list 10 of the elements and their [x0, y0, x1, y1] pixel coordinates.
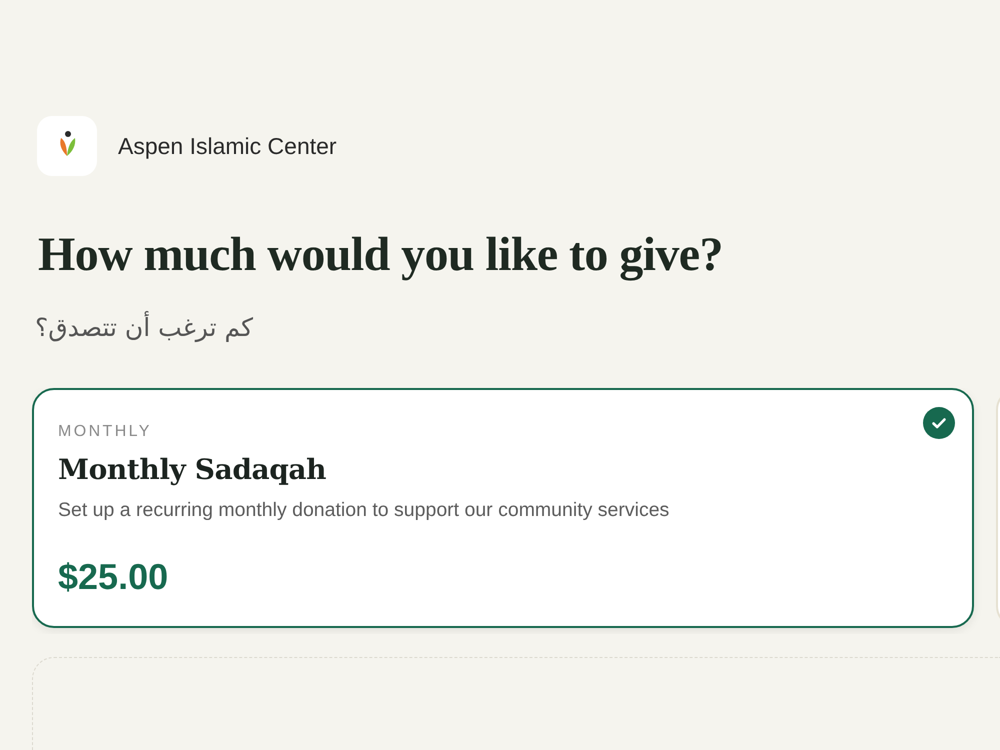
page-heading: How much would you like to give?: [38, 227, 723, 283]
donation-amount: $25.00: [58, 557, 168, 597]
donation-option-card[interactable]: MONTHLY Monthly Sadaqah Set up a recurring monthly donation to support our community services $25.00: [32, 388, 974, 628]
organization-name: Aspen Islamic Center: [118, 132, 337, 160]
option-title: Monthly Sadaqah: [58, 453, 326, 487]
checkmark-icon: [923, 407, 955, 439]
arabic-subheading: كم ترغب أن تتصدق؟: [35, 310, 254, 344]
option-description: Set up a recurring monthly donation to support our community services: [58, 498, 670, 523]
leaf-logo-icon: [37, 116, 97, 176]
frequency-label: MONTHLY: [58, 422, 152, 442]
